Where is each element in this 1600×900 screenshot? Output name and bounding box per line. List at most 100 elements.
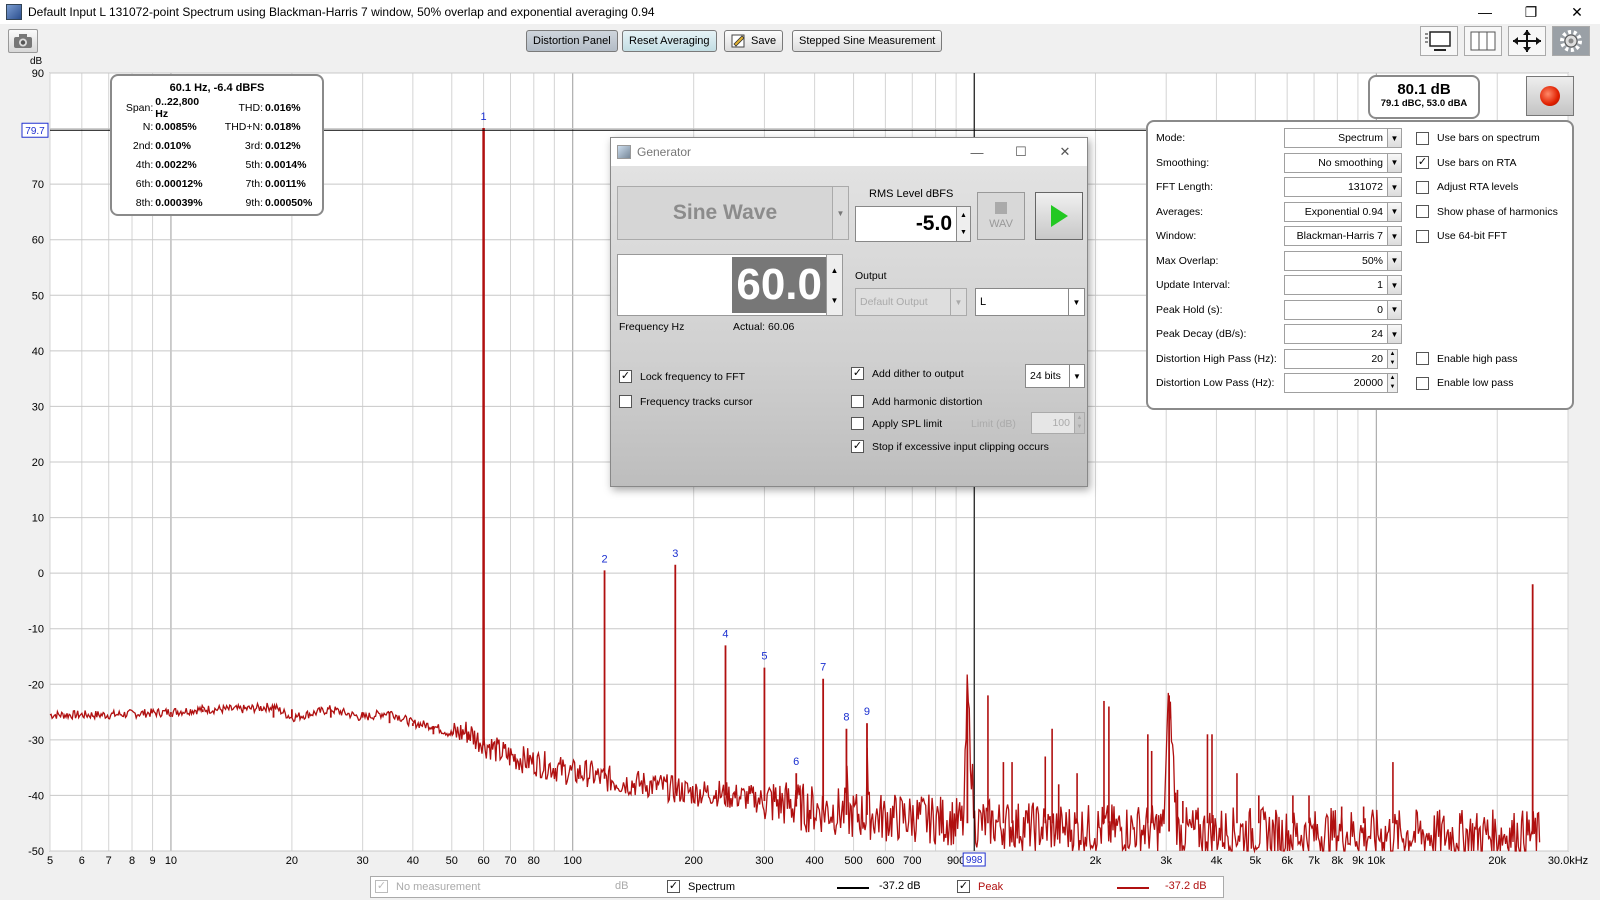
settings-select[interactable]: 0 xyxy=(1284,299,1388,320)
info-row: 2nd: 0.010% 3rd: 0.012% xyxy=(120,136,314,155)
settings-select[interactable]: Spectrum xyxy=(1284,128,1388,148)
waveform-select[interactable]: Sine Wave xyxy=(617,186,833,240)
x-tick-label: 8k xyxy=(1332,855,1344,867)
gear-icon[interactable] xyxy=(1552,26,1590,56)
chevron-down-icon[interactable]: ▼ xyxy=(1388,177,1402,197)
chevron-down-icon[interactable]: ▼ xyxy=(1388,275,1402,295)
settings-select[interactable]: No smoothing xyxy=(1284,152,1388,173)
harmonic-marker: 2 xyxy=(601,553,607,565)
generator-close-button[interactable]: ✕ xyxy=(1043,138,1087,166)
generator-minimize-button[interactable]: — xyxy=(955,138,999,166)
settings-checkbox[interactable]: Use bars on spectrum xyxy=(1416,127,1540,149)
close-button[interactable]: ✕ xyxy=(1554,0,1600,24)
frequency-input[interactable]: 60.0 xyxy=(617,254,827,316)
settings-spinner[interactable]: 20000 xyxy=(1284,373,1388,393)
limit-stepper[interactable]: ▲ ▼ xyxy=(1075,412,1085,434)
spinner-arrows-icon[interactable]: ▲ ▼ xyxy=(1388,348,1398,369)
frequency-value[interactable]: 60.0 xyxy=(732,257,826,313)
settings-select[interactable]: 131072 xyxy=(1284,177,1388,197)
play-button[interactable] xyxy=(1035,192,1083,240)
rms-level-input[interactable]: -5.0 xyxy=(855,206,957,242)
frequency-tracks-checkbox[interactable]: Frequency tracks cursor xyxy=(619,395,753,408)
checkbox-box xyxy=(1416,180,1429,194)
harmonic-marker: 9 xyxy=(864,706,870,718)
chevron-down-icon[interactable]: ▼ xyxy=(833,186,849,240)
x-tick-label: 400 xyxy=(805,855,823,867)
settings-spinner[interactable]: 20 xyxy=(1284,348,1388,369)
add-harmonic-checkbox[interactable]: Add harmonic distortion xyxy=(851,395,982,408)
harmonic-marker: 5 xyxy=(761,651,767,663)
reset-averaging-button[interactable]: Reset Averaging xyxy=(622,30,717,52)
settings-checkbox-label: Enable low pass xyxy=(1437,377,1514,389)
y-tick-label: 10 xyxy=(32,513,44,525)
restore-button[interactable]: ❐ xyxy=(1508,0,1554,24)
limit-input[interactable]: 100 xyxy=(1031,412,1075,434)
app-icon xyxy=(6,4,22,20)
spectrum-legend-item[interactable]: ✓ Spectrum xyxy=(667,880,735,893)
screen-layout-icon[interactable] xyxy=(1420,26,1458,56)
chevron-down-icon: ▼ xyxy=(1068,289,1084,315)
stepped-sine-button[interactable]: Stepped Sine Measurement xyxy=(792,30,943,52)
chevron-down-icon[interactable]: ▼ xyxy=(1388,201,1402,222)
settings-row: Window: Blackman-Harris 7 ▼ xyxy=(1156,225,1402,247)
dither-bits-select[interactable]: 24 bits ▼ xyxy=(1025,364,1085,388)
x-tick-label: 10k xyxy=(1367,855,1385,867)
minimize-button[interactable]: — xyxy=(1462,0,1508,24)
add-dither-label: Add dither to output xyxy=(872,367,964,380)
channel-select[interactable]: L ▼ xyxy=(975,288,1085,316)
x-tick-label: 30.0kHz xyxy=(1548,855,1588,867)
settings-checkbox[interactable]: Enable high pass xyxy=(1416,348,1518,370)
settings-checkbox[interactable]: ✓ Use bars on RTA xyxy=(1416,152,1517,174)
dither-bits-value: 24 bits xyxy=(1030,370,1061,382)
info-row: N: 0.0085% THD+N: 0.018% xyxy=(120,117,314,136)
distortion-panel-button[interactable]: Distortion Panel xyxy=(526,30,618,52)
lock-frequency-checkbox[interactable]: ✓ Lock frequency to FFT xyxy=(619,370,745,383)
settings-row: Update Interval: 1 ▼ xyxy=(1156,274,1402,296)
chevron-down-icon[interactable]: ▼ xyxy=(1388,299,1402,320)
peak-legend-item[interactable]: ✓ Peak xyxy=(957,880,1003,893)
apply-spl-checkbox[interactable]: Apply SPL limit xyxy=(851,417,942,430)
settings-row: Peak Hold (s): 0 ▼ xyxy=(1156,299,1402,321)
settings-checkbox[interactable]: Adjust RTA levels xyxy=(1416,176,1518,198)
y-tick-label: 40 xyxy=(32,346,44,358)
columns-icon[interactable] xyxy=(1464,26,1502,56)
settings-label: Window: xyxy=(1156,230,1197,242)
frequency-stepper[interactable]: ▲ ▼ xyxy=(827,254,843,316)
chevron-down-icon[interactable]: ▼ xyxy=(1388,128,1402,148)
x-tick-label: 6 xyxy=(79,855,85,867)
save-button[interactable]: Save xyxy=(724,30,784,52)
frequency-label: Frequency Hz xyxy=(619,321,685,333)
add-dither-checkbox[interactable]: ✓ Add dither to output xyxy=(851,367,964,380)
info-label: 8th: xyxy=(135,196,154,209)
settings-select[interactable]: Blackman-Harris 7 xyxy=(1284,226,1388,246)
chevron-down-icon[interactable]: ▼ xyxy=(1388,250,1402,271)
checkbox-box xyxy=(619,395,632,408)
output-device-select[interactable]: Default Output ▼ xyxy=(855,288,967,316)
info-label: 4th: xyxy=(135,158,154,171)
info-label: Span: xyxy=(125,101,154,114)
camera-icon[interactable] xyxy=(8,29,38,53)
settings-select[interactable]: 50% xyxy=(1284,250,1388,271)
no-measurement-item[interactable]: ✓ No measurement xyxy=(375,880,480,893)
settings-select[interactable]: 1 xyxy=(1284,275,1388,295)
chevron-down-icon[interactable]: ▼ xyxy=(1388,324,1402,344)
y-tick-label: 20 xyxy=(32,457,44,469)
stop-clipping-checkbox[interactable]: ✓ Stop if excessive input clipping occurs xyxy=(851,440,1049,453)
chevron-down-icon[interactable]: ▼ xyxy=(1388,152,1402,173)
spinner-arrows-icon[interactable]: ▲ ▼ xyxy=(1388,373,1398,393)
settings-select[interactable]: Exponential 0.94 xyxy=(1284,201,1388,222)
check-icon: ✓ xyxy=(851,440,864,453)
settings-checkbox[interactable]: Show phase of harmonics xyxy=(1416,201,1558,223)
wav-button[interactable]: WAV xyxy=(977,192,1025,240)
settings-checkbox[interactable]: Enable low pass xyxy=(1416,372,1513,394)
chevron-down-icon[interactable]: ▼ xyxy=(1388,226,1402,246)
expand-arrows-icon[interactable] xyxy=(1508,26,1546,56)
generator-maximize-button[interactable]: ☐ xyxy=(999,138,1043,166)
rms-level-stepper[interactable]: ▲ ▼ xyxy=(957,206,971,242)
info-value: 0.0022% xyxy=(155,158,197,171)
settings-label: Mode: xyxy=(1156,132,1186,144)
record-button[interactable] xyxy=(1526,76,1574,116)
settings-select[interactable]: 24 xyxy=(1284,324,1388,344)
play-icon xyxy=(1050,205,1068,227)
settings-checkbox[interactable]: Use 64-bit FFT xyxy=(1416,225,1507,247)
